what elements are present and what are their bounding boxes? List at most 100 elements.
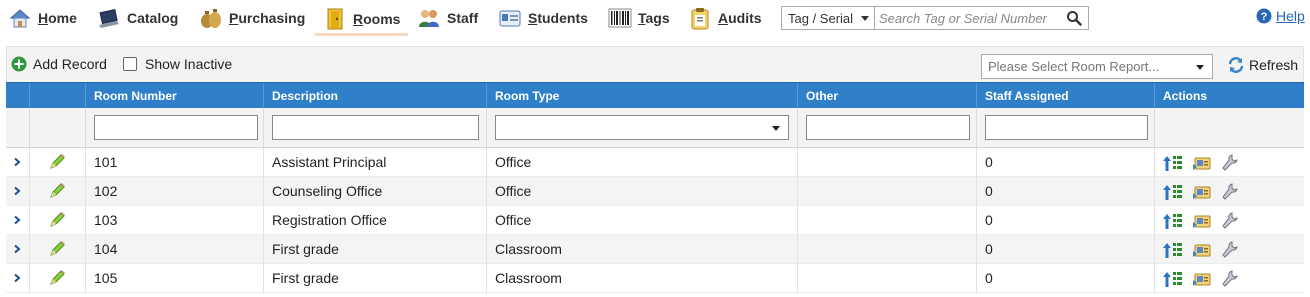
add-record-button[interactable]: Add Record: [11, 56, 107, 72]
room-card-icon[interactable]: [1192, 212, 1212, 230]
actions-cell: [1154, 264, 1304, 293]
nav-home[interactable]: Home: [8, 4, 77, 32]
wrench-tool-icon[interactable]: [1221, 269, 1239, 288]
search-field-select[interactable]: Tag / Serial: [782, 7, 875, 29]
nav-staff[interactable]: Staff: [417, 4, 478, 32]
money-bags-icon: [199, 6, 223, 30]
other-cell: [797, 177, 976, 206]
filter-room-number-input[interactable]: [94, 115, 258, 140]
search-input[interactable]: [875, 7, 1060, 29]
nav-home-label: ome: [48, 10, 77, 26]
filter-description-input[interactable]: [272, 115, 479, 140]
tag-search: Tag / Serial: [781, 6, 1089, 30]
wrench-tool-icon[interactable]: [1221, 240, 1239, 259]
add-record-label: Add Record: [33, 56, 107, 72]
header-actions: Actions: [1154, 83, 1304, 109]
nav-rooms-accesskey: R: [353, 10, 364, 27]
description-cell: Counseling Office: [263, 177, 486, 206]
header-room-type[interactable]: Room Type: [486, 83, 797, 109]
nav-students[interactable]: Students: [498, 4, 588, 32]
header-room-number[interactable]: Room Number: [85, 83, 263, 109]
staff-assigned-cell: 0: [976, 177, 1154, 206]
chevron-right-icon[interactable]: [12, 273, 22, 283]
expand-cell: [6, 264, 29, 293]
wrench-tool-icon[interactable]: [1221, 153, 1239, 172]
chevron-down-icon: [1196, 65, 1204, 70]
barcode-icon: [608, 6, 632, 30]
room-type-cell: Classroom: [486, 264, 797, 293]
room-report-select[interactable]: Please Select Room Report...: [981, 54, 1213, 79]
nav-staff-label: Staff: [447, 10, 479, 26]
nav-audits-label: udits: [728, 10, 762, 26]
pencil-edit-icon[interactable]: [48, 269, 66, 287]
assign-staff-icon[interactable]: [1163, 270, 1183, 288]
header-other[interactable]: Other: [797, 83, 976, 109]
nav-tags[interactable]: Tags: [608, 4, 670, 32]
description-cell: Registration Office: [263, 206, 486, 235]
expand-cell: [6, 235, 29, 264]
room-card-icon[interactable]: [1192, 241, 1212, 259]
grid-header: Room Number Description Room Type Other …: [6, 82, 1304, 109]
pencil-edit-icon[interactable]: [48, 153, 66, 171]
staff-assigned-cell: 0: [976, 264, 1154, 293]
assign-staff-icon[interactable]: [1163, 241, 1183, 259]
assign-staff-icon[interactable]: [1163, 212, 1183, 230]
chevron-right-icon[interactable]: [12, 186, 22, 196]
nav-audits[interactable]: Audits: [688, 4, 762, 32]
other-cell: [797, 264, 976, 293]
other-cell: [797, 148, 976, 177]
room-number-cell: 102: [85, 177, 263, 206]
id-card-icon: [498, 6, 522, 30]
room-number-cell: 105: [85, 264, 263, 293]
staff-assigned-cell: 0: [976, 148, 1154, 177]
header-staff-assigned[interactable]: Staff Assigned: [976, 83, 1154, 109]
search-field-select-value: Tag / Serial: [788, 10, 854, 26]
chevron-right-icon[interactable]: [12, 157, 22, 167]
header-description[interactable]: Description: [263, 83, 486, 109]
nav-audits-accesskey: A: [718, 10, 729, 26]
wrench-tool-icon[interactable]: [1221, 182, 1239, 201]
help-label: Help: [1276, 8, 1305, 24]
header-expand-col: [6, 83, 29, 109]
assign-staff-icon[interactable]: [1163, 183, 1183, 201]
chevron-right-icon[interactable]: [12, 215, 22, 225]
room-number-cell: 101: [85, 148, 263, 177]
nav-purchasing-label: urchasing: [238, 10, 306, 26]
description-cell: First grade: [263, 235, 486, 264]
chevron-down-icon: [861, 16, 869, 21]
search-icon: [1067, 11, 1082, 26]
pencil-edit-icon[interactable]: [48, 211, 66, 229]
filter-staff-assigned-input[interactable]: [985, 115, 1148, 140]
description-cell: First grade: [263, 264, 486, 293]
show-inactive-checkbox[interactable]: [123, 57, 137, 71]
filter-room-type-select[interactable]: [495, 115, 789, 140]
edit-cell: [29, 264, 85, 293]
show-inactive-toggle[interactable]: Show Inactive: [123, 56, 232, 72]
nav-tags-accesskey: T: [638, 10, 646, 26]
help-link[interactable]: ? Help: [1256, 8, 1305, 24]
nav-tags-label: ags: [645, 10, 670, 26]
pencil-edit-icon[interactable]: [48, 182, 66, 200]
filter-row: [6, 108, 1304, 148]
actions-cell: [1154, 148, 1304, 177]
other-cell: [797, 206, 976, 235]
nav-purchasing[interactable]: Purchasing: [199, 4, 305, 32]
nav-catalog[interactable]: Catalog: [97, 4, 178, 32]
refresh-button[interactable]: Refresh: [1227, 56, 1298, 74]
laptop-icon: [97, 6, 121, 30]
home-icon: [8, 6, 32, 30]
assign-staff-icon[interactable]: [1163, 154, 1183, 172]
wrench-tool-icon[interactable]: [1221, 211, 1239, 230]
pencil-edit-icon[interactable]: [48, 240, 66, 258]
room-card-icon[interactable]: [1192, 154, 1212, 172]
room-card-icon[interactable]: [1192, 183, 1212, 201]
staff-assigned-cell: 0: [976, 235, 1154, 264]
chevron-right-icon[interactable]: [12, 244, 22, 254]
chevron-down-icon: [772, 126, 780, 131]
expand-cell: [6, 206, 29, 235]
filter-other-input[interactable]: [806, 115, 970, 140]
room-type-cell: Classroom: [486, 235, 797, 264]
nav-rooms[interactable]: Rooms: [315, 4, 409, 36]
search-button[interactable]: [1060, 7, 1088, 29]
room-card-icon[interactable]: [1192, 270, 1212, 288]
